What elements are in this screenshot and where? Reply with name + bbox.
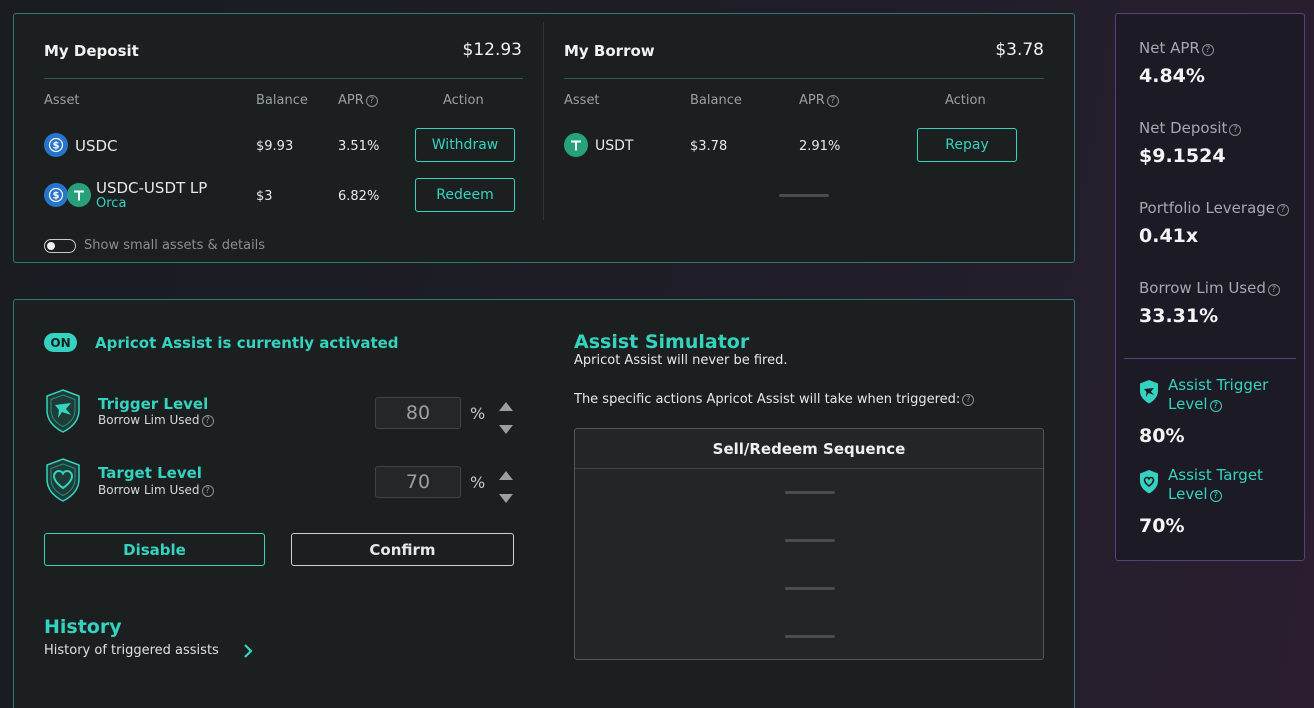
borrow-row-apr: 2.91%: [799, 139, 841, 154]
help-icon[interactable]: ?: [201, 485, 214, 497]
borrow-lim-value: 33.31%: [1139, 305, 1219, 327]
simulator-title: Assist Simulator: [574, 331, 750, 353]
target-level-input[interactable]: 70: [375, 466, 461, 498]
deposit-row-asset: USDC: [75, 137, 118, 155]
target-unit: %: [470, 473, 486, 492]
usdc-icon: $: [44, 183, 68, 207]
borrow-row-balance: $3.78: [690, 139, 728, 154]
borrow-header-apr: APR?: [799, 93, 839, 108]
help-icon[interactable]: ?: [1209, 400, 1222, 412]
usdt-icon: [67, 183, 91, 207]
small-assets-toggle[interactable]: [44, 239, 76, 253]
svg-text:$: $: [53, 141, 60, 152]
deposit-row-apr: 6.82%: [338, 189, 380, 204]
help-icon[interactable]: ?: [201, 415, 214, 427]
deposit-row-apr: 3.51%: [338, 139, 380, 154]
target-shield-icon: [44, 457, 82, 507]
assist-status-text: Apricot Assist is currently activated: [95, 334, 399, 352]
assist-on-badge[interactable]: ON: [44, 333, 77, 352]
assist-target-label: Assist Target Level?: [1168, 466, 1263, 503]
trigger-increment-icon[interactable]: [499, 396, 513, 415]
target-level-title: Target Level: [98, 464, 202, 482]
loading-placeholder: [785, 635, 835, 638]
redeem-button[interactable]: Redeem: [415, 178, 515, 212]
deposit-title: My Deposit: [44, 42, 139, 60]
help-icon[interactable]: ?: [1201, 44, 1214, 56]
confirm-button[interactable]: Confirm: [291, 533, 514, 566]
borrow-lim-label: Borrow Lim Used?: [1139, 279, 1280, 297]
help-icon[interactable]: ?: [1267, 284, 1280, 296]
leverage-label: Portfolio Leverage?: [1139, 199, 1290, 217]
repay-button[interactable]: Repay: [917, 128, 1017, 162]
target-increment-icon[interactable]: [499, 465, 513, 484]
simulator-note: Apricot Assist will never be fired.: [574, 353, 788, 368]
deposit-header-action: Action: [443, 93, 484, 108]
history-title: History: [44, 616, 122, 638]
loading-placeholder: [785, 539, 835, 542]
trigger-unit: %: [470, 404, 486, 423]
help-icon[interactable]: ?: [365, 95, 378, 107]
deposit-divider: [44, 78, 523, 79]
svg-text:$: $: [53, 191, 60, 202]
chevron-right-icon[interactable]: [243, 643, 253, 663]
assist-target-shield-icon: [1139, 469, 1159, 499]
assist-trigger-value: 80%: [1139, 425, 1185, 447]
deposit-row-platform: Orca: [96, 196, 127, 211]
help-icon[interactable]: ?: [1229, 124, 1242, 136]
borrow-row-asset: USDT: [595, 138, 634, 154]
net-deposit-value: $9.1524: [1139, 145, 1226, 167]
deposit-borrow-panel: My Deposit $12.93 Asset Balance APR? Act…: [13, 13, 1075, 263]
portfolio-stats-panel: Net APR? 4.84% Net Deposit? $9.1524 Port…: [1115, 13, 1305, 561]
assist-trigger-label: Assist Trigger Level?: [1168, 376, 1269, 413]
help-icon[interactable]: ?: [826, 95, 839, 107]
assist-trigger-shield-icon: [1139, 379, 1159, 409]
help-icon[interactable]: ?: [962, 394, 975, 406]
deposit-row-asset: USDC-USDT LP: [96, 179, 208, 197]
help-icon[interactable]: ?: [1209, 490, 1222, 502]
deposit-header-apr: APR?: [338, 93, 378, 108]
trigger-level-title: Trigger Level: [98, 395, 209, 413]
withdraw-button[interactable]: Withdraw: [415, 128, 515, 162]
usdc-icon: $: [44, 133, 68, 157]
net-deposit-label: Net Deposit?: [1139, 119, 1242, 137]
help-icon[interactable]: ?: [1277, 204, 1290, 216]
history-subtitle: History of triggered assists: [44, 643, 219, 658]
trigger-level-sub: Borrow Lim Used?: [98, 413, 214, 427]
borrow-divider: [564, 78, 1044, 79]
disable-button[interactable]: Disable: [44, 533, 265, 566]
leverage-value: 0.41x: [1139, 225, 1199, 247]
net-apr-value: 4.84%: [1139, 65, 1205, 87]
borrow-total: $3.78: [995, 40, 1044, 60]
trigger-shield-icon: [44, 388, 82, 438]
loading-placeholder: [785, 587, 835, 590]
deposit-header-balance: Balance: [256, 93, 308, 108]
borrow-header-asset: Asset: [564, 93, 600, 108]
net-apr-label: Net APR?: [1139, 39, 1214, 57]
borrow-title: My Borrow: [564, 42, 655, 60]
assist-target-value: 70%: [1139, 515, 1185, 537]
usdt-icon: [564, 133, 588, 157]
small-assets-label: Show small assets & details: [84, 238, 266, 253]
borrow-header-balance: Balance: [690, 93, 742, 108]
trigger-level-input[interactable]: 80: [375, 397, 461, 429]
loading-placeholder: [779, 194, 829, 197]
simulator-actions-label: The specific actions Apricot Assist will…: [574, 392, 975, 407]
assist-panel: ON Apricot Assist is currently activated…: [13, 299, 1075, 708]
target-decrement-icon[interactable]: [499, 488, 513, 507]
deposit-total: $12.93: [462, 40, 522, 60]
stats-divider: [1124, 358, 1296, 359]
loading-placeholder: [785, 491, 835, 494]
sell-redeem-table-header: Sell/Redeem Sequence: [575, 429, 1043, 469]
sell-redeem-table: Sell/Redeem Sequence: [574, 428, 1044, 660]
deposit-header-asset: Asset: [44, 93, 80, 108]
deposit-row-balance: $9.93: [256, 139, 294, 154]
deposit-row-balance: $3: [256, 189, 273, 204]
trigger-decrement-icon[interactable]: [499, 419, 513, 438]
borrow-header-action: Action: [945, 93, 986, 108]
target-level-sub: Borrow Lim Used?: [98, 483, 214, 497]
column-divider: [543, 22, 544, 220]
